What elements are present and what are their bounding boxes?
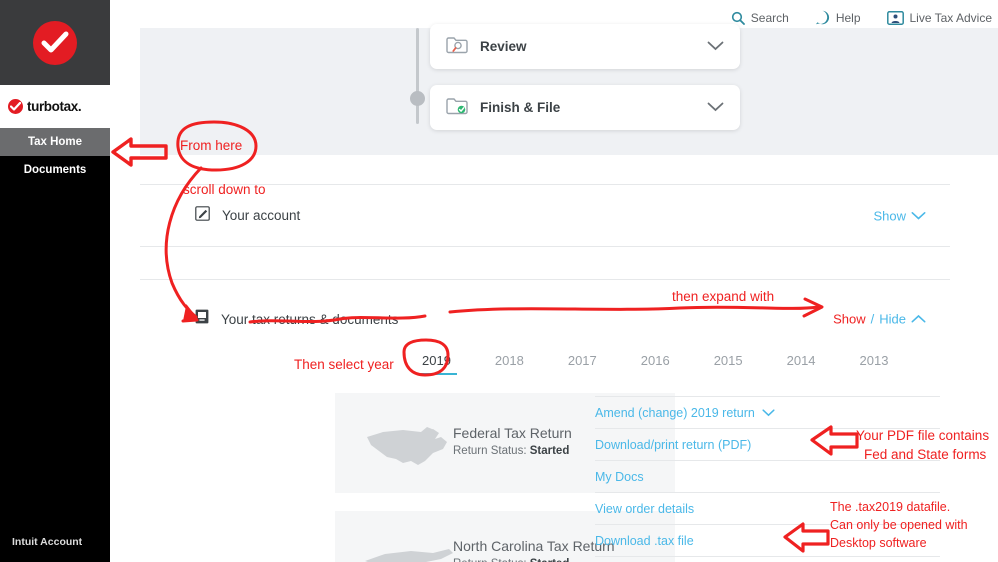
sidebar-nav: Tax Home Documents xyxy=(0,128,110,184)
folder-check-icon xyxy=(446,96,468,120)
sidebar-item-documents[interactable]: Documents xyxy=(0,156,110,184)
header-search-button[interactable]: Search xyxy=(731,11,789,25)
action-download-tax-file[interactable]: Download .tax file xyxy=(595,525,940,557)
action-download-print-pdf[interactable]: Download/print return (PDF) xyxy=(595,429,940,461)
action-label: Amend (change) 2019 return xyxy=(595,405,755,420)
chevron-down-icon[interactable] xyxy=(911,208,926,223)
header-item-label: Search xyxy=(750,10,789,25)
year-tab-2017[interactable]: 2017 xyxy=(546,353,619,375)
svg-text:?: ? xyxy=(820,13,825,23)
section-label: Your tax returns & documents xyxy=(221,311,399,327)
return-actions-list: Amend (change) 2019 return Download/prin… xyxy=(595,396,940,557)
intuit-account-link[interactable]: Intuit Account xyxy=(12,536,82,548)
year-tab-label: 2015 xyxy=(713,353,743,368)
year-tab-2014[interactable]: 2014 xyxy=(765,353,838,375)
action-label: Download/print return (PDF) xyxy=(595,437,752,452)
progress-rail-dot xyxy=(410,91,425,106)
brand-dot: . xyxy=(77,99,82,114)
action-view-order-details[interactable]: View order details xyxy=(595,493,940,525)
section-label: Your account xyxy=(222,208,301,223)
year-tab-label: 2018 xyxy=(494,353,524,368)
action-label: View order details xyxy=(595,501,695,516)
step-card-label: Review xyxy=(480,39,527,54)
sidebar: turbotax. Tax Home Documents Intuit Acco… xyxy=(0,0,110,562)
step-card-finish-file[interactable]: Finish & File xyxy=(430,85,740,130)
chevron-down-icon[interactable] xyxy=(707,38,724,56)
north-carolina-map-icon xyxy=(363,545,455,562)
chevron-down-icon[interactable] xyxy=(707,99,724,117)
year-tab-label: 2017 xyxy=(567,353,597,368)
action-label: My Docs xyxy=(595,469,644,484)
header-item-label: Help xyxy=(835,10,861,25)
return-status: Return Status: Started xyxy=(453,445,572,457)
action-amend-return[interactable]: Amend (change) 2019 return xyxy=(595,396,940,429)
chevron-up-icon[interactable] xyxy=(911,312,926,327)
turbotax-wordmark: turbotax. xyxy=(0,85,110,128)
turbotax-check-logo xyxy=(33,20,77,65)
account-edit-icon xyxy=(195,205,210,226)
year-tab-label: 2016 xyxy=(640,353,670,368)
search-icon xyxy=(731,11,745,25)
header-help-button[interactable]: ? Help xyxy=(815,10,861,25)
help-icon: ? xyxy=(815,10,830,25)
progress-rail xyxy=(416,28,419,124)
sidebar-logo-block xyxy=(0,0,110,85)
year-tab-label: 2019 xyxy=(422,353,451,368)
step-card-review[interactable]: Review xyxy=(430,24,740,69)
main-content: Review Finish & File Your account Show Y… xyxy=(110,24,998,562)
header-live-tax-advice-button[interactable]: Live Tax Advice xyxy=(886,10,993,25)
step-card-label: Finish & File xyxy=(480,100,561,115)
return-status-label: Return Status: xyxy=(453,445,527,457)
return-status-value: Started xyxy=(530,558,570,562)
brand-name: turbotax xyxy=(27,99,78,114)
show-link[interactable]: Show xyxy=(873,208,906,223)
section-toggle-tax-returns[interactable]: Show / Hide xyxy=(833,312,926,327)
return-title: North Carolina Tax Return xyxy=(453,538,615,554)
action-my-docs[interactable]: My Docs xyxy=(595,461,940,493)
year-tab-label: 2014 xyxy=(786,353,816,368)
section-toggle-your-account[interactable]: Show xyxy=(873,208,926,223)
return-title: Federal Tax Return xyxy=(453,425,572,441)
live-advice-icon xyxy=(886,10,904,25)
year-tab-2019[interactable]: 2019 xyxy=(400,353,473,375)
show-link[interactable]: Show xyxy=(833,312,866,327)
section-row-tax-returns-documents[interactable]: Your tax returns & documents Show / Hide xyxy=(140,279,950,358)
chevron-down-icon[interactable] xyxy=(762,406,775,420)
year-tab-2016[interactable]: 2016 xyxy=(619,353,692,375)
hide-link[interactable]: Hide xyxy=(879,312,906,327)
sidebar-item-label: Documents xyxy=(23,164,87,176)
return-status-value: Started xyxy=(529,445,570,457)
year-tab-2013[interactable]: 2013 xyxy=(838,353,911,375)
us-map-icon xyxy=(363,423,453,478)
header-item-label: Live Tax Advice xyxy=(909,10,993,25)
year-tabs: 2019 2018 2017 2016 2015 2014 2013 xyxy=(400,353,910,375)
action-label: Download .tax file xyxy=(595,533,694,548)
toggle-separator: / xyxy=(870,311,875,327)
section-row-your-account[interactable]: Your account Show xyxy=(140,184,950,246)
sidebar-item-label: Tax Home xyxy=(27,136,83,148)
sidebar-item-tax-home[interactable]: Tax Home xyxy=(0,128,110,156)
year-tab-2018[interactable]: 2018 xyxy=(473,353,546,375)
year-tab-2015[interactable]: 2015 xyxy=(692,353,765,375)
year-tab-label: 2013 xyxy=(859,353,889,368)
documents-icon xyxy=(195,309,209,329)
return-status: Return Status: Started xyxy=(453,558,615,562)
folder-review-icon xyxy=(446,35,468,59)
turbotax-mini-check-icon xyxy=(8,99,23,114)
return-status-label: Return Status: xyxy=(453,558,527,562)
